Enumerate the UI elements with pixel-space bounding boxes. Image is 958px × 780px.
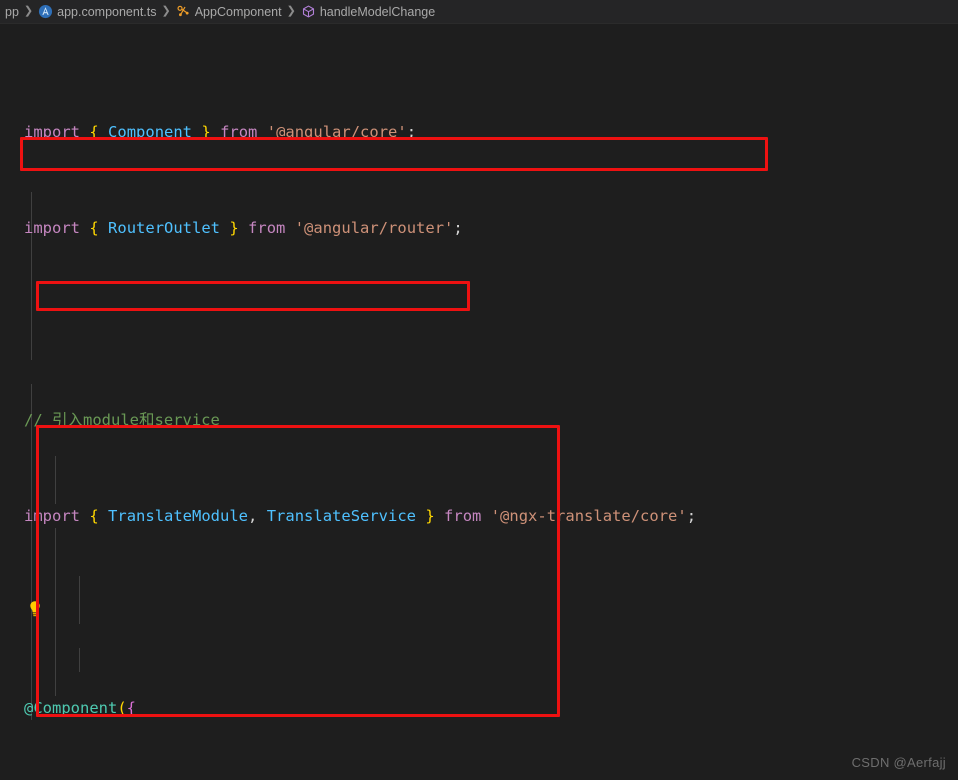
- code-line[interactable]: [0, 600, 958, 624]
- code-line[interactable]: import { TranslateModule, TranslateServi…: [0, 504, 958, 528]
- breadcrumb-separator: ❯: [23, 5, 34, 17]
- breadcrumb-item-class[interactable]: AppComponent: [175, 4, 283, 19]
- class-icon: [176, 4, 191, 19]
- watermark: CSDN @Aerfajj: [851, 755, 946, 770]
- code-line[interactable]: import { RouterOutlet } from '@angular/r…: [0, 216, 958, 240]
- breadcrumb-item-file[interactable]: app.component.ts: [37, 4, 157, 19]
- breadcrumb-label-method: handleModelChange: [319, 4, 436, 19]
- code-line[interactable]: @Component({: [0, 696, 958, 720]
- breadcrumb-separator: ❯: [286, 5, 296, 17]
- breadcrumb-separator: ❯: [161, 5, 171, 17]
- breadcrumb: pp ❯ app.component.ts ❯ AppComponent ❯ h…: [0, 0, 958, 24]
- breadcrumb-label-file: app.component.ts: [57, 4, 157, 19]
- code-line[interactable]: import { Component } from '@angular/core…: [0, 120, 958, 144]
- code-content[interactable]: import { Component } from '@angular/core…: [0, 24, 958, 780]
- breadcrumb-item-folder[interactable]: pp: [4, 5, 20, 19]
- angular-icon: [38, 4, 53, 19]
- lightbulb-icon[interactable]: [28, 600, 42, 618]
- breadcrumb-label-folder: pp: [5, 4, 19, 19]
- method-cube-icon: [301, 4, 316, 19]
- code-editor[interactable]: import { Component } from '@angular/core…: [0, 24, 958, 780]
- breadcrumb-item-method[interactable]: handleModelChange: [300, 4, 436, 19]
- code-line[interactable]: [0, 312, 958, 336]
- breadcrumb-label-class: AppComponent: [194, 4, 282, 19]
- code-line[interactable]: // 引入module和service: [0, 408, 958, 432]
